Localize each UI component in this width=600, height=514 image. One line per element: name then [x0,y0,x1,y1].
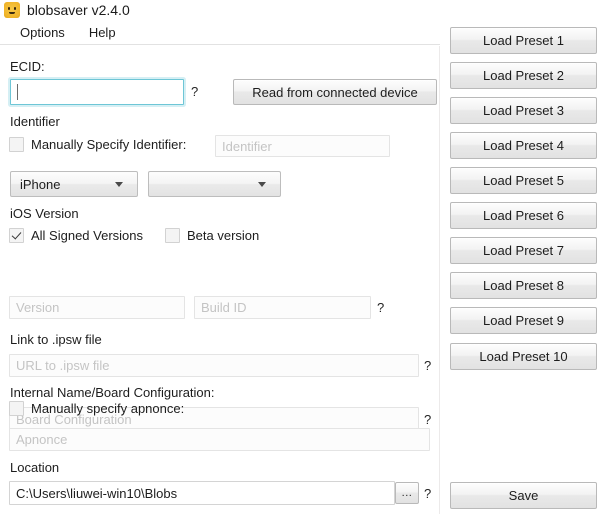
ios-version-label: iOS Version [10,206,79,221]
face-icon [4,1,20,18]
beta-version-checkbox[interactable] [165,228,180,243]
ecid-label: ECID: [10,59,45,74]
load-preset-9-button[interactable]: Load Preset 9 [450,307,597,334]
main-form-panel: ECID: ? Read from connected device Ident… [0,46,440,514]
version-input[interactable] [9,296,185,319]
text-caret [17,84,18,100]
manually-specify-identifier-checkbox-row[interactable]: Manually Specify Identifier: [9,137,186,152]
board-config-help-icon[interactable]: ? [424,412,431,427]
device-model-combo[interactable] [148,171,281,197]
menu-bar: Options Help [0,20,440,45]
load-preset-1-button[interactable]: Load Preset 1 [450,27,597,54]
load-preset-7-button[interactable]: Load Preset 7 [450,237,597,264]
read-from-connected-device-button[interactable]: Read from connected device [233,79,437,105]
menu-item-options[interactable]: Options [12,22,73,43]
load-preset-3-button[interactable]: Load Preset 3 [450,97,597,124]
load-preset-8-button[interactable]: Load Preset 8 [450,272,597,299]
location-help-icon[interactable]: ? [424,486,431,501]
presets-panel: Load Preset 1 Load Preset 2 Load Preset … [441,0,600,514]
manually-specify-identifier-label: Manually Specify Identifier: [31,137,187,152]
beta-version-label: Beta version [187,228,260,243]
manually-specify-apnonce-label: Manually specify apnonce: [31,401,185,416]
load-preset-10-button[interactable]: Load Preset 10 [450,343,597,370]
manually-specify-apnonce-checkbox[interactable] [9,401,24,416]
beta-version-checkbox-row[interactable]: Beta version [165,228,259,243]
chevron-down-icon [258,181,266,187]
browse-location-button[interactable]: ... [395,482,419,504]
build-id-input[interactable] [194,296,371,319]
load-preset-6-button[interactable]: Load Preset 6 [450,202,597,229]
all-signed-versions-label: All Signed Versions [31,228,144,243]
window-title: blobsaver v2.4.0 [27,2,130,18]
manually-specify-identifier-checkbox[interactable] [9,137,24,152]
menu-item-help[interactable]: Help [81,22,124,43]
device-type-combo-value: iPhone [20,176,61,192]
load-preset-4-button[interactable]: Load Preset 4 [450,132,597,159]
location-label: Location [10,460,60,475]
all-signed-versions-checkbox-row[interactable]: All Signed Versions [9,228,143,243]
ecid-input[interactable] [10,79,184,105]
load-preset-2-button[interactable]: Load Preset 2 [450,62,597,89]
ipsw-label: Link to .ipsw file [10,332,102,347]
ipsw-help-icon[interactable]: ? [424,358,431,373]
chevron-down-icon [115,181,123,187]
location-input[interactable] [9,481,395,505]
ecid-help-icon[interactable]: ? [191,84,198,99]
apnonce-input[interactable] [9,428,430,451]
device-type-combo[interactable]: iPhone [10,171,138,197]
ios-version-help-icon[interactable]: ? [377,300,384,315]
all-signed-versions-checkbox[interactable] [9,228,24,243]
load-preset-5-button[interactable]: Load Preset 5 [450,167,597,194]
board-config-label: Internal Name/Board Configuration: [10,385,215,400]
ipsw-url-input[interactable] [9,354,419,377]
identifier-input[interactable] [215,135,390,157]
identifier-label: Identifier [10,114,60,129]
blobsaver-window: blobsaver v2.4.0 Options Help ECID: ? Re… [0,0,600,514]
save-button[interactable]: Save [450,482,597,509]
manually-specify-apnonce-checkbox-row[interactable]: Manually specify apnonce: [9,401,184,416]
